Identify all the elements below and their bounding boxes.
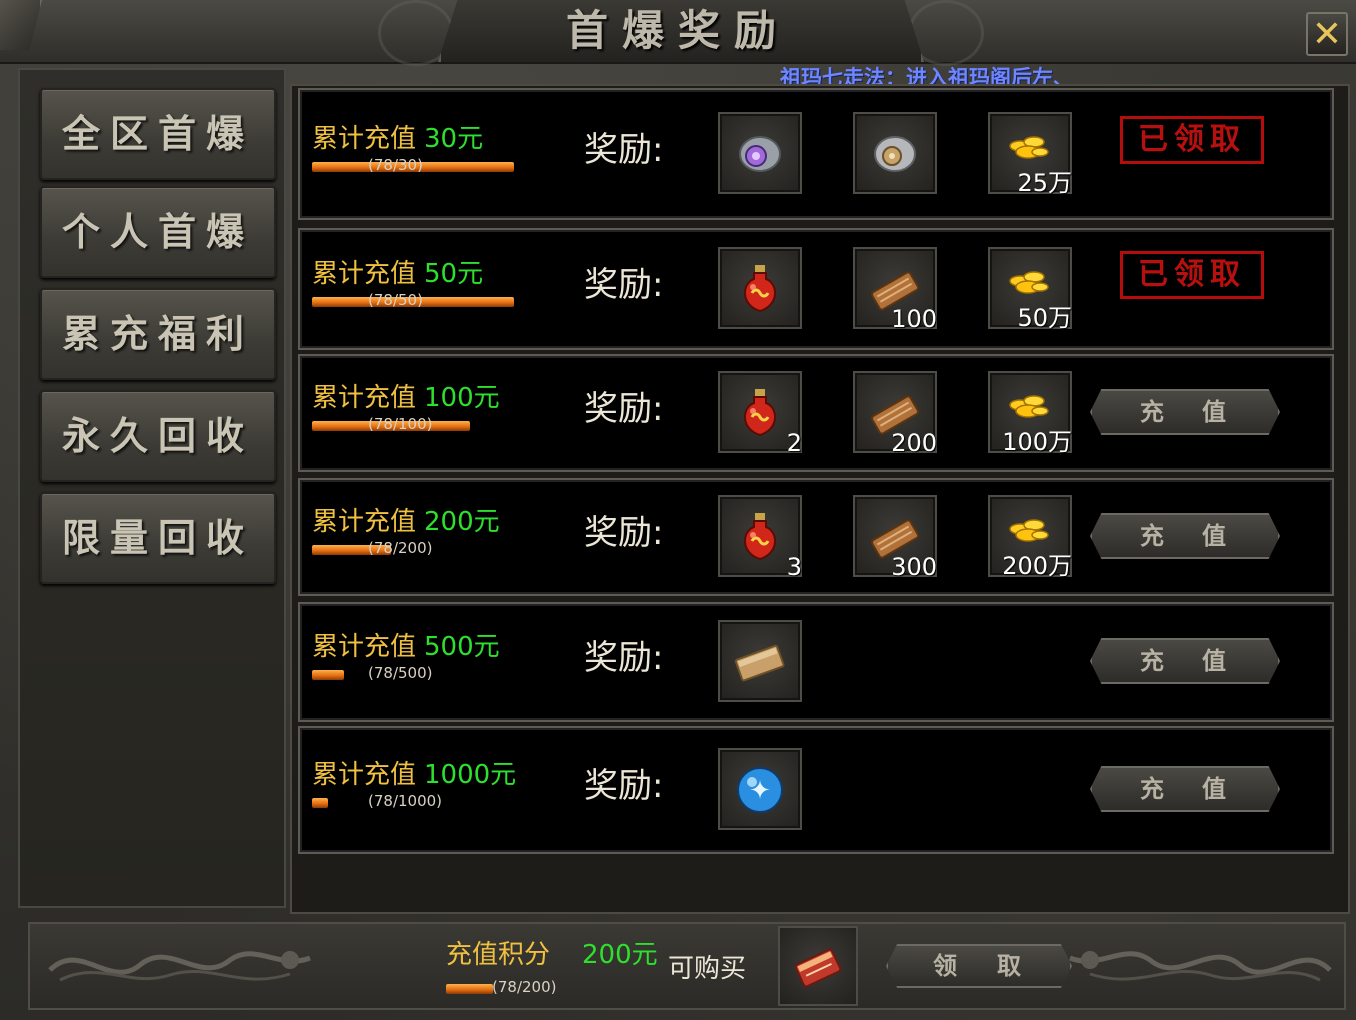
- progress-bar: (78/100): [312, 415, 514, 433]
- progress-bar: (78/30): [312, 156, 514, 174]
- reward-label: 奖励:: [584, 389, 664, 429]
- tier-amount: 100元: [424, 383, 500, 413]
- recharge-button[interactable]: 充值: [1090, 513, 1280, 559]
- reward-label: 奖励:: [584, 766, 664, 806]
- progress-text: (78/50): [368, 291, 423, 309]
- tier-amount: 30元: [424, 124, 484, 154]
- progress-bar: (78/50): [312, 291, 514, 309]
- tier-prefix: 累计充值: [312, 259, 417, 289]
- tier-amount: 200元: [424, 507, 500, 537]
- tier-label: 累计充值 500元: [312, 626, 500, 663]
- reward-slot[interactable]: [853, 112, 937, 194]
- tier-prefix: 累计充值: [312, 383, 417, 413]
- gray-stone-icon: [874, 136, 916, 172]
- progress-text: (78/200): [368, 539, 433, 557]
- tier-prefix: 累计充值: [312, 760, 417, 790]
- reward-row: 累计充值 100元 (78/100) 奖励: 2 200 100万 充值: [298, 354, 1334, 472]
- sidebar-item-3[interactable]: 累充福利: [40, 288, 276, 380]
- reward-slot[interactable]: 200万: [988, 495, 1072, 580]
- tier-label: 累计充值 50元: [312, 253, 483, 290]
- reward-label: 奖励:: [584, 265, 664, 305]
- reward-slot[interactable]: 100万: [988, 371, 1072, 456]
- reward-quantity: 2: [786, 429, 802, 457]
- reward-row: 累计充值 50元 (78/50) 奖励: 100 50万 已领取: [298, 228, 1334, 350]
- recharge-points-value: 200元: [582, 940, 658, 970]
- reward-slot[interactable]: 3: [718, 495, 802, 581]
- tier-label: 累计充值 200元: [312, 501, 500, 538]
- reward-quantity: 200万: [1002, 552, 1072, 580]
- progress-text: (78/1000): [368, 792, 443, 810]
- recharge-button[interactable]: 充值: [1090, 638, 1280, 684]
- recharge-button[interactable]: 充值: [1090, 389, 1280, 435]
- book-icon: [734, 644, 785, 682]
- red-book-icon: [794, 948, 842, 988]
- dragon-ornament-right-icon: [1069, 951, 1332, 982]
- close-icon: ✕: [1311, 14, 1343, 55]
- reward-label: 奖励:: [584, 513, 664, 553]
- claimed-stamp: 已领取: [1120, 251, 1264, 299]
- progress-text: (78/500): [368, 664, 433, 682]
- tier-prefix: 累计充值: [312, 632, 417, 662]
- sidebar-item-1[interactable]: 全区首爆: [40, 88, 276, 180]
- tier-amount: 50元: [424, 259, 484, 289]
- tier-label: 累计充值 100元: [312, 377, 500, 414]
- reward-slot[interactable]: 300: [853, 495, 937, 581]
- reward-row: 累计充值 200元 (78/200) 奖励: 3 300 200万 充值: [298, 478, 1334, 596]
- sidebar-item-2[interactable]: 个人首爆: [40, 186, 276, 278]
- reward-slot[interactable]: [718, 620, 802, 702]
- reward-row: 累计充值 30元 (78/30) 奖励: 25万 已领取: [298, 88, 1334, 220]
- reward-slot[interactable]: [718, 112, 802, 194]
- reward-quantity: 3: [786, 553, 802, 581]
- claimed-stamp: 已领取: [1120, 116, 1264, 164]
- reward-quantity: 200: [891, 429, 937, 457]
- purchasable-label: 可购买: [668, 954, 747, 984]
- tier-label: 累计充值 30元: [312, 118, 483, 155]
- reward-slot[interactable]: 100: [853, 247, 937, 333]
- reward-slot[interactable]: 25万: [988, 112, 1072, 197]
- tier-amount: 500元: [424, 632, 500, 662]
- footer-item-slot[interactable]: [778, 926, 858, 1006]
- recharge-points-label: 充值积分: [446, 940, 551, 970]
- sidebar-item-5[interactable]: 限量回收: [40, 492, 276, 584]
- reward-slot[interactable]: 50万: [988, 247, 1072, 332]
- reward-slot[interactable]: 200: [853, 371, 937, 457]
- reward-label: 奖励:: [584, 638, 664, 678]
- claim-button[interactable]: 领取: [886, 944, 1072, 988]
- tier-prefix: 累计充值: [312, 124, 417, 154]
- footer-progress-text: (78/200): [492, 978, 557, 996]
- reward-quantity: 300: [891, 553, 937, 581]
- reward-slot[interactable]: 2: [718, 371, 802, 457]
- reward-row: 累计充值 500元 (78/500) 奖励: 充值: [298, 602, 1334, 722]
- window-title: 首爆奖励: [565, 6, 790, 55]
- reward-slot[interactable]: [718, 247, 802, 329]
- reward-row: 累计充值 1000元 (78/1000) 奖励: ✦ 充值: [298, 726, 1334, 854]
- progress-fill: [312, 670, 344, 680]
- reward-slot[interactable]: ✦: [718, 748, 802, 830]
- red-potion-icon: [744, 265, 776, 313]
- tier-amount: 1000元: [424, 760, 517, 790]
- reward-quantity: 100: [891, 305, 937, 333]
- recharge-button[interactable]: 充值: [1090, 766, 1280, 812]
- tier-label: 累计充值 1000元: [312, 754, 516, 791]
- sidebar-item-4[interactable]: 永久回收: [40, 390, 276, 482]
- progress-bar: (78/200): [312, 539, 514, 557]
- reward-quantity: 25万: [1017, 169, 1072, 197]
- dragon-ornament-left-icon: [48, 951, 311, 982]
- close-button[interactable]: ✕: [1306, 12, 1348, 56]
- reward-label: 奖励:: [584, 130, 664, 170]
- purple-ring-stone-icon: [739, 136, 781, 172]
- progress-text: (78/30): [368, 156, 423, 174]
- tier-prefix: 累计充值: [312, 507, 417, 537]
- blue-orb-icon: ✦: [737, 767, 783, 813]
- footer-progress-fill: [446, 984, 493, 994]
- progress-bar: (78/1000): [312, 792, 514, 810]
- footer-progress-bar: (78/200): [446, 978, 566, 996]
- progress-bar: (78/500): [312, 664, 514, 682]
- reward-quantity: 50万: [1017, 304, 1072, 332]
- progress-fill: [312, 798, 328, 808]
- reward-quantity: 100万: [1002, 428, 1072, 456]
- progress-text: (78/100): [368, 415, 433, 433]
